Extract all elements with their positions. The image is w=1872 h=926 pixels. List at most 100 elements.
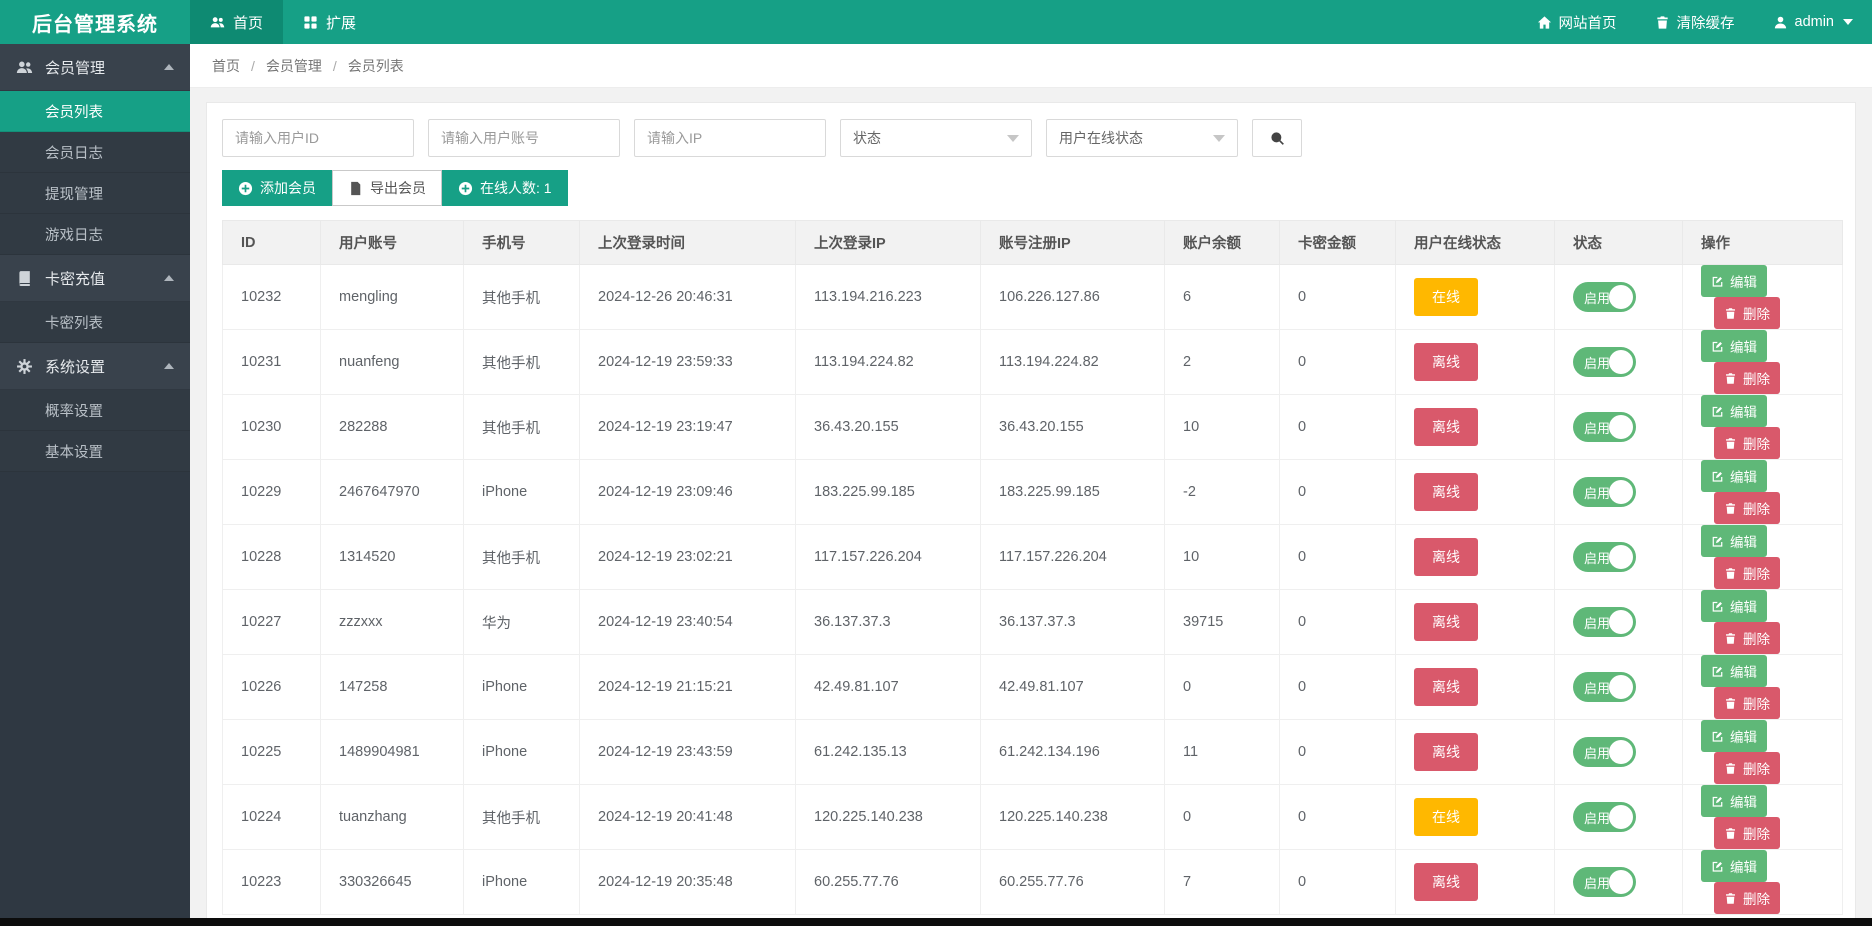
cell-actions: 编辑删除 [1683,395,1843,460]
delete-button[interactable]: 删除 [1714,622,1780,654]
online-count-button[interactable]: 在线人数: 1 [442,170,568,206]
cell-id: 10226 [223,655,321,720]
enable-toggle[interactable]: 启用 [1573,867,1636,897]
edit-button[interactable]: 编辑 [1701,590,1767,622]
user-account-input[interactable] [428,119,620,157]
delete-button[interactable]: 删除 [1714,427,1780,459]
breadcrumb-member-list[interactable]: 会员列表 [348,56,404,76]
cell-last-login-time: 2024-12-19 23:43:59 [580,720,796,785]
sidebar-item-game-log[interactable]: 游戏日志 [0,214,190,255]
cell-last-login-time: 2024-12-19 23:02:21 [580,525,796,590]
tab-extension[interactable]: 扩展 [283,0,376,44]
cell-balance: -2 [1165,460,1280,525]
enable-toggle[interactable]: 启用 [1573,737,1636,767]
delete-button[interactable]: 删除 [1714,362,1780,394]
admin-menu[interactable]: admin [1754,0,1872,44]
cell-card-amount: 0 [1280,850,1396,915]
cell-card-amount: 0 [1280,395,1396,460]
edit-icon [1711,340,1724,353]
toggle-knob [1609,675,1633,699]
cell-account: 1314520 [321,525,464,590]
delete-button-label: 删除 [1743,888,1770,908]
cell-actions: 编辑删除 [1683,590,1843,655]
enable-toggle[interactable]: 启用 [1573,607,1636,637]
sidebar-item-probability[interactable]: 概率设置 [0,390,190,431]
excel-file-icon [348,181,363,196]
ip-input[interactable] [634,119,826,157]
enable-toggle[interactable]: 启用 [1573,802,1636,832]
cell-last-login-time: 2024-12-19 21:15:21 [580,655,796,720]
edit-button[interactable]: 编辑 [1701,850,1767,882]
add-member-button[interactable]: 添加会员 [222,170,332,206]
delete-button-label: 删除 [1743,823,1770,843]
sidebar-group-label: 系统设置 [45,356,105,377]
user-id-input[interactable] [222,119,414,157]
sidebar-group-member[interactable]: 会员管理 [0,44,190,91]
edit-button[interactable]: 编辑 [1701,720,1767,752]
cell-online-status: 离线 [1396,590,1555,655]
delete-button[interactable]: 删除 [1714,817,1780,849]
delete-button[interactable]: 删除 [1714,687,1780,719]
search-button[interactable] [1252,119,1302,157]
cell-card-amount: 0 [1280,330,1396,395]
delete-button[interactable]: 删除 [1714,882,1780,914]
status-select[interactable]: 状态 [840,119,1032,157]
cell-status: 启用 [1555,850,1683,915]
export-member-button[interactable]: 导出会员 [332,170,442,206]
enable-toggle[interactable]: 启用 [1573,542,1636,572]
toggle-knob [1609,870,1633,894]
delete-button[interactable]: 删除 [1714,752,1780,784]
sidebar-item-card-list[interactable]: 卡密列表 [0,302,190,343]
member-table-body: 10232mengling其他手机2024-12-26 20:46:31113.… [223,265,1843,915]
cell-reg-ip: 36.137.37.3 [981,590,1165,655]
edit-icon [1711,730,1724,743]
cell-balance: 10 [1165,395,1280,460]
edit-button[interactable]: 编辑 [1701,525,1767,557]
cell-balance: 7 [1165,850,1280,915]
cell-reg-ip: 61.242.134.196 [981,720,1165,785]
cell-phone: iPhone [464,655,580,720]
enable-toggle[interactable]: 启用 [1573,672,1636,702]
column-header: 账号注册IP [981,221,1165,265]
online-status-badge: 在线 [1414,798,1478,836]
sidebar-item-label: 卡密列表 [45,312,103,333]
edit-button[interactable]: 编辑 [1701,655,1767,687]
enable-toggle[interactable]: 启用 [1573,282,1636,312]
enable-toggle[interactable]: 启用 [1573,412,1636,442]
sidebar-item-basic-settings[interactable]: 基本设置 [0,431,190,472]
enable-toggle-label: 启用 [1584,288,1610,307]
edit-button[interactable]: 编辑 [1701,395,1767,427]
delete-button[interactable]: 删除 [1714,557,1780,589]
cell-last-login-ip: 36.43.20.155 [796,395,981,460]
edit-button[interactable]: 编辑 [1701,265,1767,297]
edit-button[interactable]: 编辑 [1701,460,1767,492]
sidebar-group-card[interactable]: 卡密充值 [0,255,190,302]
breadcrumb-home[interactable]: 首页 [212,56,240,76]
sidebar-item-label: 概率设置 [45,400,103,421]
sidebar-item-withdraw[interactable]: 提现管理 [0,173,190,214]
user-icon [1773,15,1788,30]
sidebar-group-settings[interactable]: 系统设置 [0,343,190,390]
clear-cache-link[interactable]: 清除缓存 [1636,0,1754,44]
sidebar-item-member-list[interactable]: 会员列表 [0,91,190,132]
enable-toggle[interactable]: 启用 [1573,347,1636,377]
delete-button[interactable]: 删除 [1714,492,1780,524]
sidebar-item-label: 提现管理 [45,183,103,204]
online-status-badge: 在线 [1414,278,1478,316]
cell-reg-ip: 106.226.127.86 [981,265,1165,330]
edit-button[interactable]: 编辑 [1701,330,1767,362]
breadcrumb-member-manage[interactable]: 会员管理 [266,56,322,76]
delete-button[interactable]: 删除 [1714,297,1780,329]
cell-online-status: 离线 [1396,460,1555,525]
column-header: 状态 [1555,221,1683,265]
site-home-link[interactable]: 网站首页 [1518,0,1636,44]
sidebar-item-member-log[interactable]: 会员日志 [0,132,190,173]
caret-down-icon [1007,135,1019,142]
edit-icon [1711,600,1724,613]
online-status-select[interactable]: 用户在线状态 [1046,119,1238,157]
tab-home[interactable]: 首页 [190,0,283,44]
book-icon [16,270,33,287]
edit-button[interactable]: 编辑 [1701,785,1767,817]
toggle-knob [1609,480,1633,504]
enable-toggle[interactable]: 启用 [1573,477,1636,507]
